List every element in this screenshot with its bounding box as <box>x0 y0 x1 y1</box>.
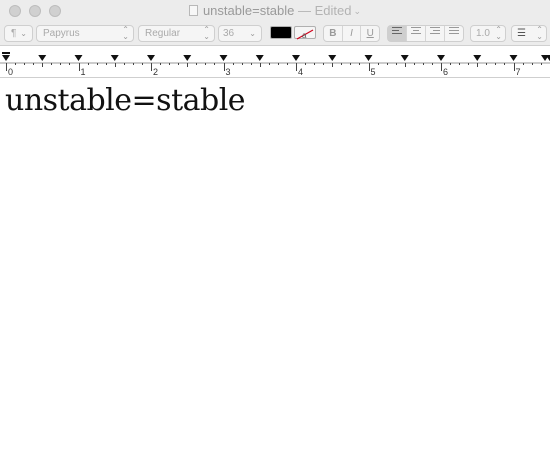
align-right-button[interactable] <box>426 26 445 41</box>
underline-button[interactable]: U <box>361 26 379 41</box>
line-spacing-value: 1.0 <box>476 28 490 39</box>
ruler-scale: 0 1 2 3 4 5 6 7 <box>0 52 550 77</box>
tab-stop-marker <box>219 55 228 61</box>
window-title: unstable=stable <box>202 3 295 18</box>
ruler-label: 3 <box>226 67 231 77</box>
align-right-icon <box>430 27 440 34</box>
chevron-down-icon: ⌄ <box>249 29 256 38</box>
list-style-popup[interactable]: ☰ ⌃ ⌄ <box>511 25 547 42</box>
ruler-label: 2 <box>153 67 158 77</box>
tab-stop-marker <box>509 55 518 61</box>
text-style-buttons: B I U <box>323 25 380 42</box>
tab-stop-marker <box>110 55 119 61</box>
justify-icon <box>449 27 459 34</box>
left-indent-marker <box>2 55 10 61</box>
font-family-popup[interactable]: Papyrus ⌃ ⌄ <box>36 25 134 42</box>
tab-stop-marker <box>74 55 83 61</box>
line-spacing-popup[interactable]: 1.0 ⌃ ⌄ <box>470 25 506 42</box>
tab-stop-marker <box>364 55 373 61</box>
first-line-indent-marker <box>2 52 10 54</box>
ruler-label: 6 <box>443 67 448 77</box>
chevron-down-icon[interactable]: ⌄ <box>354 6 362 16</box>
paragraph-icon: ¶ <box>11 28 17 39</box>
align-center-button[interactable] <box>407 26 426 41</box>
align-left-button[interactable] <box>388 26 407 41</box>
tab-stop-marker <box>38 55 47 61</box>
tab-stop-marker <box>183 55 192 61</box>
document-icon <box>188 5 198 16</box>
ruler-label: 7 <box>516 67 521 77</box>
ruler-label: 5 <box>371 67 376 77</box>
chevron-down-icon: ⌄ <box>20 29 27 38</box>
up-down-arrows-icon: ⌃ ⌄ <box>536 25 543 41</box>
font-size-value: 36 <box>223 28 235 39</box>
window-title-area[interactable]: unstable=stable — Edited ⌄ <box>0 0 550 22</box>
justify-button[interactable] <box>445 26 463 41</box>
svg-text:a: a <box>302 31 307 40</box>
tab-stop-marker <box>400 55 409 61</box>
edited-status: — Edited <box>298 3 352 18</box>
background-color-well[interactable]: a <box>294 26 316 40</box>
no-color-icon: a <box>296 29 314 40</box>
document-text[interactable]: unstable=stable <box>5 83 246 119</box>
paragraph-style-popup[interactable]: ¶ ⌄ <box>4 25 33 42</box>
ruler-label: 4 <box>298 67 303 77</box>
align-center-icon <box>411 27 421 34</box>
font-style-value: Regular <box>145 28 181 39</box>
up-down-arrows-icon: ⌃ ⌄ <box>203 25 210 41</box>
tab-stop-marker <box>292 55 300 61</box>
title-bar: unstable=stable — Edited ⌄ <box>0 0 550 22</box>
list-icon: ☰ <box>517 28 526 39</box>
document-area[interactable]: unstable=stable <box>0 78 550 468</box>
text-color-well[interactable] <box>270 26 292 39</box>
format-toolbar: ¶ ⌄ Papyrus ⌃⌄ Regular ⌃⌄ 36 ⌄ a B I U <box>0 22 550 46</box>
up-down-arrows-icon: ⌃ ⌄ <box>495 25 502 41</box>
align-left-icon <box>392 27 402 34</box>
alignment-buttons <box>387 25 464 42</box>
ruler[interactable]: 0 1 2 3 4 5 6 7 <box>0 46 550 78</box>
font-style-popup[interactable]: Regular ⌃ ⌄ <box>138 25 215 42</box>
ruler-label: 1 <box>81 67 86 77</box>
tab-stop-marker <box>437 55 445 61</box>
font-family-value: Papyrus <box>43 28 80 39</box>
tab-stop-marker <box>147 55 155 61</box>
tab-stop-marker <box>473 55 482 61</box>
font-size-combo[interactable]: 36 ⌄ <box>218 25 262 42</box>
ruler-label: 0 <box>8 67 13 77</box>
bold-button[interactable]: B <box>324 26 343 41</box>
italic-button[interactable]: I <box>343 26 362 41</box>
tab-stop-marker <box>255 55 264 61</box>
tab-stop-marker <box>328 55 337 61</box>
up-down-arrows-icon: ⌃ ⌄ <box>122 25 129 41</box>
